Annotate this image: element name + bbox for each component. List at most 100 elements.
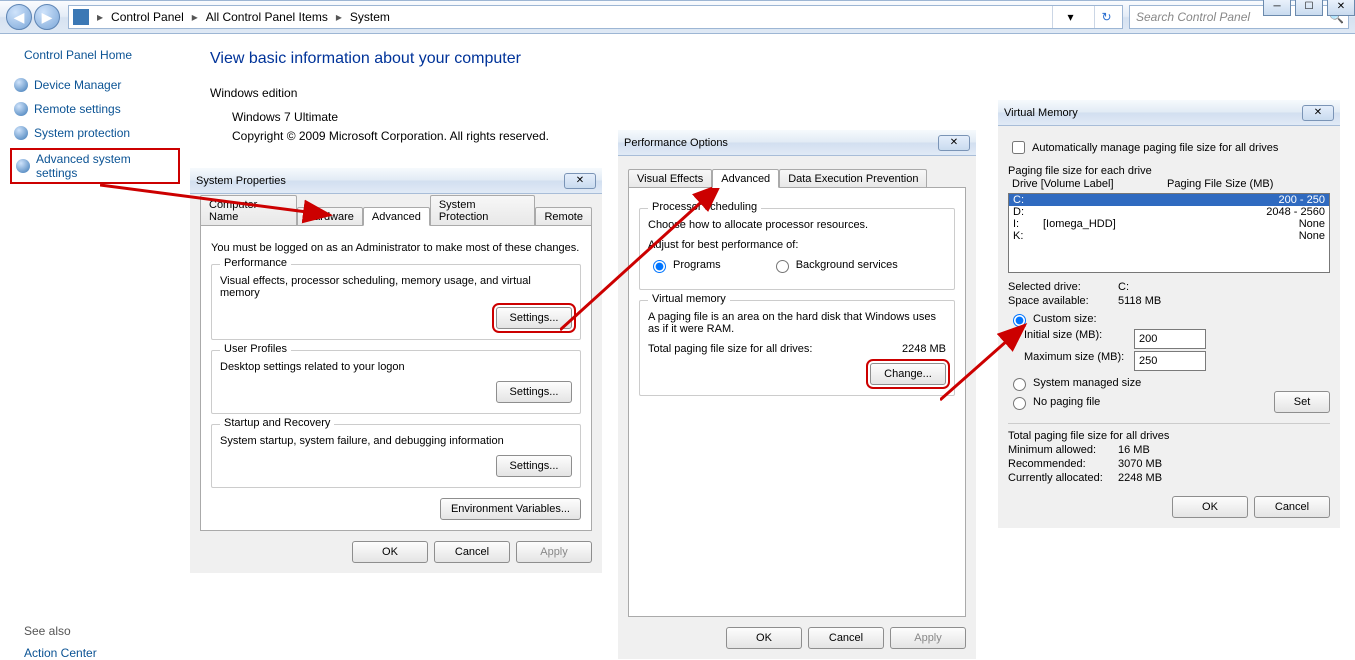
chevron-right-icon: ▸ — [91, 10, 109, 24]
close-icon[interactable]: ✕ — [564, 173, 596, 189]
sidebar-item-advanced-system-settings[interactable]: Advanced system settings — [10, 148, 180, 184]
shield-icon — [14, 102, 28, 116]
user-profiles-settings-button[interactable]: Settings... — [496, 381, 572, 403]
sidebar-item-label: Device Manager — [34, 78, 121, 92]
radio-input[interactable] — [1013, 378, 1026, 391]
breadcrumb-dropdown[interactable]: ▾ — [1052, 6, 1088, 28]
tab-advanced[interactable]: Advanced — [363, 207, 430, 226]
tab-visual-effects[interactable]: Visual Effects — [628, 169, 712, 188]
shield-icon — [16, 159, 30, 173]
radio-label: System managed size — [1033, 377, 1141, 389]
set-button[interactable]: Set — [1274, 391, 1330, 413]
change-button[interactable]: Change... — [870, 363, 946, 385]
forward-button[interactable]: ▶ — [34, 4, 60, 30]
radio-label: No paging file — [1033, 396, 1100, 408]
control-panel-icon — [73, 9, 89, 25]
auto-manage-checkbox[interactable]: Automatically manage paging file size fo… — [1008, 138, 1330, 157]
vm-total-value: 2248 MB — [902, 343, 946, 355]
close-icon[interactable]: ✕ — [938, 135, 970, 151]
back-button[interactable]: ◀ — [6, 4, 32, 30]
page-title: View basic information about your comput… — [210, 50, 1335, 68]
radio-input[interactable] — [1013, 397, 1026, 410]
selected-drive-label: Selected drive: — [1008, 281, 1118, 293]
tab-dep[interactable]: Data Execution Prevention — [779, 169, 927, 188]
sidebar-item-device-manager[interactable]: Device Manager — [10, 76, 180, 94]
sidebar-item-label: System protection — [34, 126, 130, 140]
cancel-button[interactable]: Cancel — [808, 627, 884, 649]
maximum-size-input[interactable] — [1134, 351, 1206, 371]
dialog-title: Virtual Memory — [1004, 107, 1302, 119]
startup-settings-button[interactable]: Settings... — [496, 455, 572, 477]
radio-no-paging-file[interactable]: No paging file — [1008, 394, 1274, 410]
apply-button[interactable]: Apply — [516, 541, 592, 563]
tab-remote[interactable]: Remote — [535, 207, 592, 226]
radio-system-managed[interactable]: System managed size — [1008, 375, 1330, 391]
drive-row[interactable]: D:2048 - 2560 — [1009, 206, 1329, 218]
ok-button[interactable]: OK — [1172, 496, 1248, 518]
performance-desc: Visual effects, processor scheduling, me… — [220, 275, 572, 299]
tab-bar: Computer Name Hardware Advanced System P… — [200, 204, 592, 226]
chevron-right-icon: ▸ — [186, 10, 204, 24]
sidebar: Control Panel Home Device Manager Remote… — [0, 34, 190, 654]
drive-list-heading: Paging file size for each drive — [1008, 165, 1330, 177]
sidebar-item-system-protection[interactable]: System protection — [10, 124, 180, 142]
sidebar-item-remote-settings[interactable]: Remote settings — [10, 100, 180, 118]
user-profiles-desc: Desktop settings related to your logon — [220, 361, 572, 373]
drive-row[interactable]: K:None — [1009, 230, 1329, 242]
performance-settings-button[interactable]: Settings... — [496, 307, 572, 329]
tab-hardware[interactable]: Hardware — [297, 207, 363, 226]
drive-row[interactable]: I:[Iomega_HDD]None — [1009, 218, 1329, 230]
ok-button[interactable]: OK — [352, 541, 428, 563]
breadcrumb-bar[interactable]: ▸ Control Panel ▸ All Control Panel Item… — [68, 5, 1123, 29]
dialog-title: Performance Options — [624, 137, 938, 149]
min-allowed-label: Minimum allowed: — [1008, 444, 1118, 456]
group-title-performance: Performance — [220, 257, 291, 269]
refresh-icon[interactable]: ↻ — [1094, 6, 1118, 28]
max-button[interactable]: ☐ — [1295, 0, 1323, 16]
radio-input[interactable] — [776, 260, 789, 273]
selected-drive-value: C: — [1118, 281, 1129, 293]
checkbox-label: Automatically manage paging file size fo… — [1032, 142, 1278, 154]
drive-list[interactable]: C:200 - 250D:2048 - 2560I:[Iomega_HDD]No… — [1008, 193, 1330, 273]
radio-label: Background services — [796, 259, 898, 271]
space-available-value: 5118 MB — [1118, 295, 1161, 307]
maximum-size-label: Maximum size (MB): — [1024, 351, 1134, 371]
radio-input[interactable] — [1013, 314, 1026, 327]
window-caption-buttons: ─ ☐ ✕ — [1263, 0, 1355, 16]
cancel-button[interactable]: Cancel — [1254, 496, 1330, 518]
totals-heading: Total paging file size for all drives — [1008, 430, 1330, 442]
drive-row[interactable]: C:200 - 250 — [1009, 194, 1329, 206]
tab-computer-name[interactable]: Computer Name — [200, 195, 297, 226]
apply-button[interactable]: Apply — [890, 627, 966, 649]
vm-desc: A paging file is an area on the hard dis… — [648, 311, 946, 335]
sidebar-item-label: Advanced system settings — [36, 152, 174, 180]
environment-variables-button[interactable]: Environment Variables... — [440, 498, 581, 520]
vm-total-label: Total paging file size for all drives: — [648, 343, 902, 355]
col-size: Paging File Size (MB) — [1167, 178, 1273, 190]
radio-custom-size[interactable]: Custom size: — [1008, 311, 1330, 327]
close-window-button[interactable]: ✕ — [1327, 0, 1355, 16]
breadcrumb-item[interactable]: System — [350, 10, 390, 24]
radio-input[interactable] — [653, 260, 666, 273]
see-also-action-center[interactable]: Action Center — [24, 646, 180, 660]
min-allowed-value: 16 MB — [1118, 444, 1150, 456]
min-button[interactable]: ─ — [1263, 0, 1291, 16]
breadcrumb-item[interactable]: Control Panel — [111, 10, 184, 24]
radio-label: Programs — [673, 259, 721, 271]
ok-button[interactable]: OK — [726, 627, 802, 649]
cancel-button[interactable]: Cancel — [434, 541, 510, 563]
tab-bar: Visual Effects Advanced Data Execution P… — [628, 166, 966, 188]
sidebar-home-link[interactable]: Control Panel Home — [24, 48, 180, 62]
edition-heading: Windows edition — [210, 86, 1335, 100]
tab-advanced[interactable]: Advanced — [712, 169, 779, 188]
initial-size-input[interactable] — [1134, 329, 1206, 349]
search-placeholder: Search Control Panel — [1136, 10, 1250, 24]
group-title-virtual-memory: Virtual memory — [648, 293, 730, 305]
close-icon[interactable]: ✕ — [1302, 105, 1334, 121]
radio-background-services[interactable]: Background services — [771, 257, 898, 273]
radio-programs[interactable]: Programs — [648, 257, 721, 273]
shield-icon — [14, 126, 28, 140]
breadcrumb-item[interactable]: All Control Panel Items — [206, 10, 328, 24]
tab-system-protection[interactable]: System Protection — [430, 195, 536, 226]
checkbox-input[interactable] — [1012, 141, 1025, 154]
